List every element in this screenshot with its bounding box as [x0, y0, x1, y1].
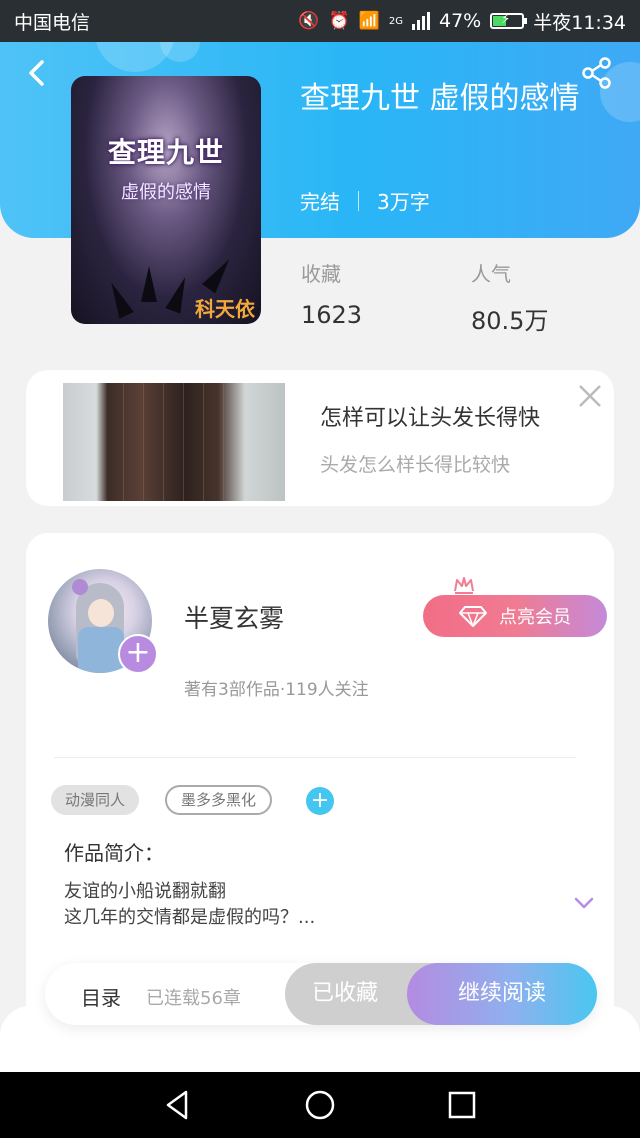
cover-author: 科天依 [195, 297, 255, 321]
battery-percent: 47% [439, 10, 482, 32]
toc-button[interactable]: 目录 [81, 982, 121, 1011]
book-status: 完结 [300, 190, 340, 214]
cover-decor [141, 266, 157, 302]
stat-label: 收藏 [301, 262, 341, 286]
cover-decor [165, 274, 193, 314]
back-arrow-icon[interactable] [22, 58, 52, 88]
chapter-count: 已连载56章 [146, 988, 241, 1009]
intro-text[interactable]: 友谊的小船说翻就翻 这几年的交情都是虚假的吗？... [64, 879, 544, 931]
clock: 半夜11:34 [533, 11, 626, 34]
stat-favorites: 收藏 1623 [301, 258, 362, 329]
mute-icon: 🔇 [298, 11, 320, 31]
vip-button[interactable]: 点亮会员 [423, 595, 607, 637]
stat-label: 人气 [471, 262, 511, 286]
nav-recents-icon[interactable] [446, 1089, 478, 1121]
nav-home-icon[interactable] [304, 1089, 336, 1121]
ad-image[interactable] [63, 383, 285, 501]
follow-button[interactable]: + [118, 634, 158, 674]
book-cover[interactable]: 查理九世 虚假的感情 科天依 [71, 76, 261, 324]
stat-value: 1623 [301, 301, 363, 329]
author-info: 著有3部作品·119人关注 [184, 680, 369, 700]
close-icon[interactable] [576, 382, 604, 410]
tag-character[interactable]: 墨多多黑化 [165, 785, 273, 815]
book-meta: 完结 3万字 [300, 186, 430, 215]
add-tag-button[interactable]: + [306, 787, 334, 815]
crown-icon [453, 575, 475, 595]
tag-anime-fanfic[interactable]: 动漫同人 [51, 785, 140, 815]
action-bar: 目录 已连载56章 已收藏 继续阅读 [45, 963, 597, 1025]
book-title: 查理九世 虚假的感情 [300, 81, 580, 116]
vip-label: 点亮会员 [499, 607, 571, 628]
meta-divider [358, 190, 359, 211]
status-bar: 中国电信 🔇 ⏰ 📶 2G 47% ⚡ 半夜11:34 [0, 0, 640, 42]
diamond-icon [459, 606, 487, 627]
intro-label: 作品简介： [64, 841, 164, 865]
stat-popularity: 人气 80.5万 [471, 258, 548, 336]
cover-decor [202, 254, 236, 294]
ad-title: 怎样可以让头发长得快 [320, 406, 541, 431]
carrier-label: 中国电信 [14, 11, 91, 34]
cover-title: 查理九世 [107, 136, 224, 169]
network-type-label: 2G [388, 15, 403, 27]
cover-decor [104, 279, 134, 319]
decor-bubble [160, 42, 200, 62]
stat-value: 80.5万 [471, 307, 549, 335]
status-icons: 🔇 ⏰ 📶 2G 47% ⚡ 半夜11:34 [298, 8, 626, 35]
continue-reading-button[interactable]: 继续阅读 [407, 963, 597, 1025]
signal-icon [412, 12, 430, 30]
system-nav-bar [0, 1072, 640, 1138]
charging-icon: ⚡ [501, 12, 511, 27]
alarm-icon: ⏰ [328, 11, 350, 31]
chevron-down-icon[interactable] [573, 895, 595, 911]
author-name[interactable]: 半夏玄雾 [184, 599, 284, 635]
ad-subtitle: 头发怎么样长得比较快 [320, 454, 511, 476]
wifi-icon: 📶 [358, 11, 380, 31]
ad-card[interactable]: 怎样可以让头发长得快 头发怎么样长得比较快 [26, 370, 614, 506]
battery-icon: ⚡ [490, 12, 528, 29]
word-count: 3万字 [377, 190, 430, 214]
divider [54, 757, 576, 758]
cover-subtitle: 虚假的感情 [121, 182, 211, 203]
nav-back-icon[interactable] [162, 1089, 194, 1121]
